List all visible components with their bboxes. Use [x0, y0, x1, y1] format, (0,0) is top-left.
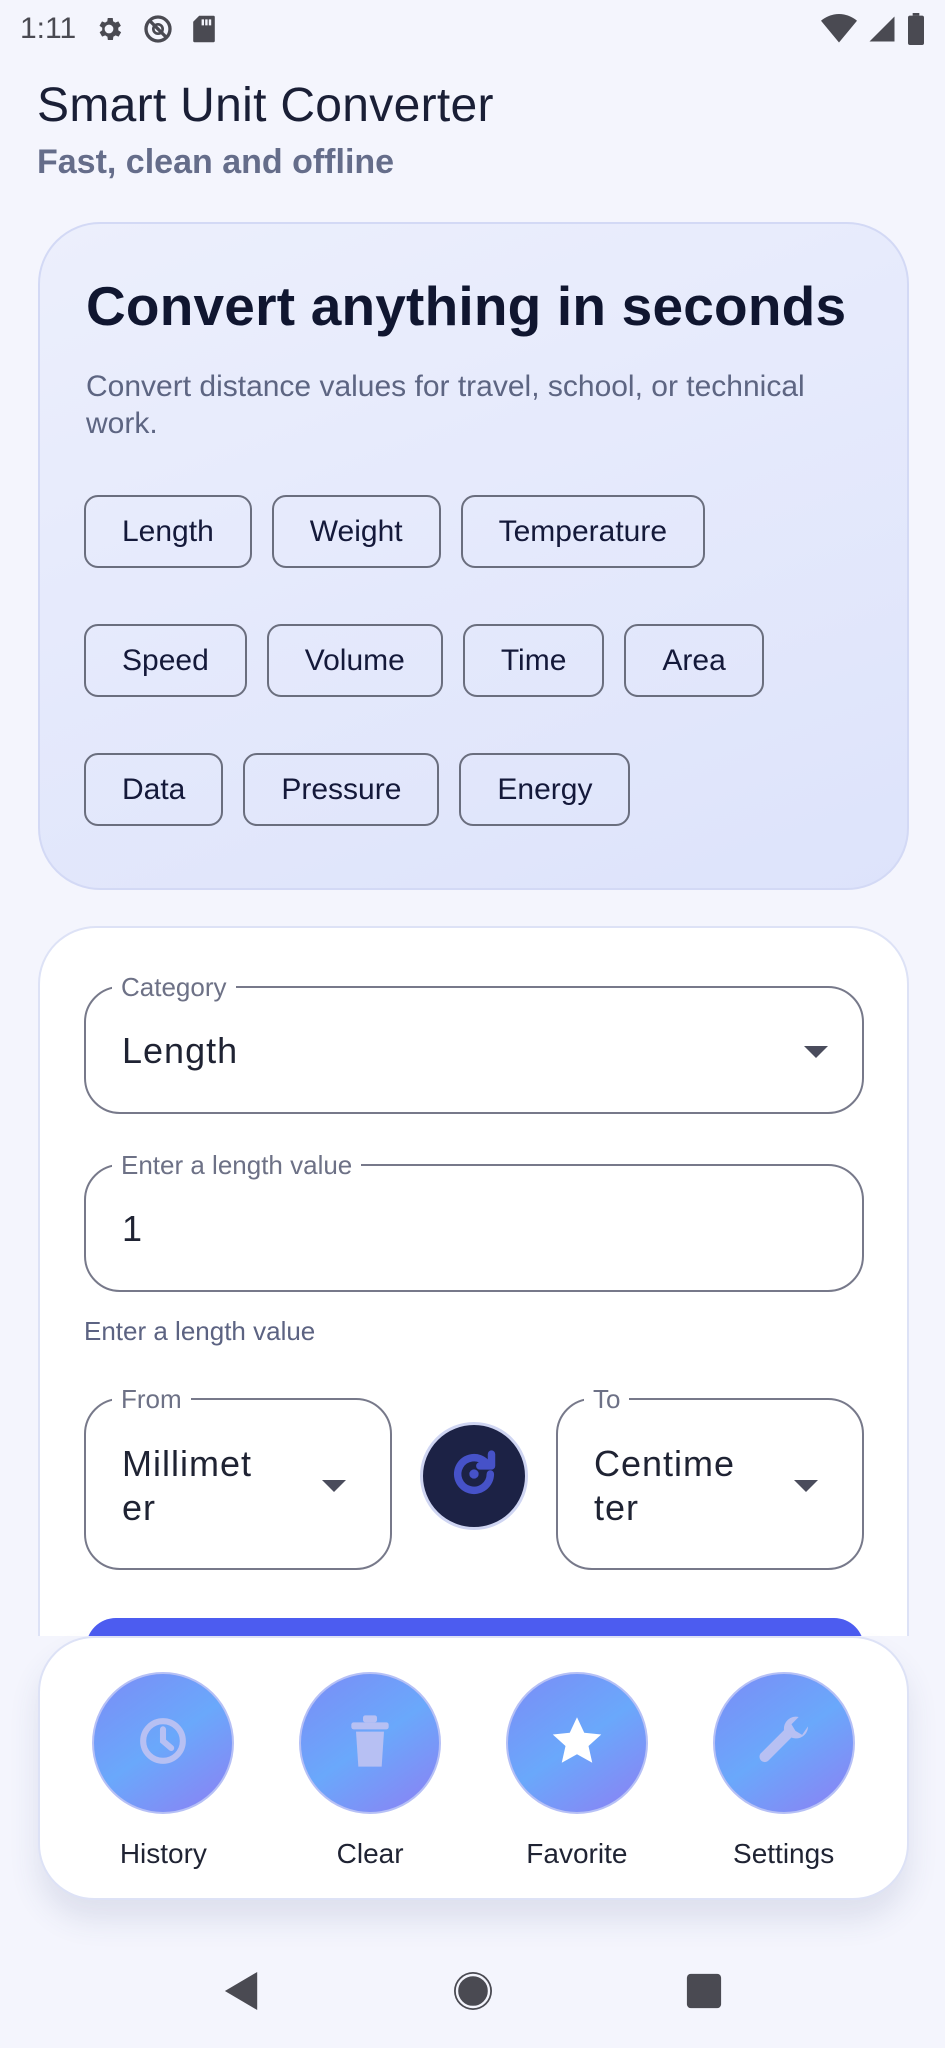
app-header: Smart Unit Converter Fast, clean and off… [37, 78, 494, 182]
clear-button-circle[interactable] [299, 1672, 442, 1814]
convert-button[interactable] [86, 1618, 864, 1636]
value-helper-text: Enter a length value [84, 1316, 316, 1346]
chevron-down-icon [804, 1046, 828, 1058]
back-icon[interactable] [223, 1970, 261, 2017]
status-bar: 1:11 [0, 0, 945, 58]
converter-form-card: Category Length Enter a length value 1 E… [38, 926, 909, 1636]
category-chips: Length Weight Temperature Speed Volume T… [84, 495, 874, 882]
app-title: Smart Unit Converter [37, 79, 494, 132]
star-icon [547, 1711, 607, 1776]
no-disturb-icon [142, 13, 174, 45]
trash-icon [346, 1713, 394, 1774]
to-unit-dropdown[interactable]: To Centime ter [556, 1384, 864, 1570]
hero-title: Convert anything in seconds [86, 275, 847, 337]
settings-button-circle[interactable] [712, 1672, 855, 1814]
chip-energy[interactable]: Energy [459, 753, 631, 826]
chip-data[interactable]: Data [84, 753, 224, 826]
chevron-down-icon [322, 1480, 346, 1492]
signal-icon [867, 14, 897, 44]
value-input[interactable]: Enter a length value 1 [84, 1150, 864, 1292]
chip-pressure[interactable]: Pressure [243, 753, 440, 826]
clear-button[interactable]: Clear [280, 1672, 460, 1898]
swap-units-button[interactable] [420, 1422, 528, 1530]
chip-weight[interactable]: Weight [271, 495, 441, 568]
hero-card: Convert anything in seconds Convert dist… [38, 222, 909, 890]
home-icon[interactable] [451, 1969, 495, 2018]
chip-row: Data Pressure Energy [84, 753, 874, 826]
chip-area[interactable]: Area [624, 624, 764, 697]
chip-row: Speed Volume Time Area [84, 624, 874, 697]
settings-label: Settings [733, 1838, 835, 1869]
favorite-button-circle[interactable] [505, 1672, 648, 1814]
to-unit-value: Centime ter [594, 1442, 735, 1530]
category-label: Category [112, 972, 236, 1002]
history-button-circle[interactable] [92, 1672, 235, 1814]
from-unit-dropdown[interactable]: From Millimet er [84, 1384, 392, 1570]
value-input-text: 1 [122, 1208, 144, 1249]
system-nav-bar [0, 1938, 945, 2048]
clear-label: Clear [336, 1838, 404, 1869]
status-time: 1:11 [20, 12, 77, 45]
chip-temperature[interactable]: Temperature [460, 495, 706, 568]
chip-speed[interactable]: Speed [84, 624, 247, 697]
to-unit-line1: Centime [594, 1443, 736, 1484]
from-unit-line2: er [122, 1487, 157, 1528]
bottom-action-bar: History Clear Favorite Settings [38, 1636, 909, 1900]
from-unit-line1: Millimet [122, 1443, 252, 1484]
battery-icon [907, 13, 925, 45]
swap-icon [446, 1446, 502, 1507]
to-label: To [584, 1384, 630, 1414]
wrench-icon [752, 1709, 816, 1778]
gear-icon [94, 14, 124, 44]
history-button[interactable]: History [73, 1672, 253, 1898]
value-input-label: Enter a length value [112, 1150, 362, 1180]
chip-time[interactable]: Time [462, 624, 605, 697]
clock-icon [135, 1713, 191, 1774]
chevron-down-icon [794, 1480, 818, 1492]
chip-length[interactable]: Length [84, 495, 252, 568]
app-subtitle: Fast, clean and offline [37, 143, 395, 181]
favorite-button[interactable]: Favorite [487, 1672, 667, 1898]
category-dropdown[interactable]: Category Length [84, 972, 864, 1114]
category-value: Length [122, 1030, 239, 1071]
to-unit-line2: ter [594, 1487, 640, 1528]
from-unit-value: Millimet er [122, 1442, 252, 1530]
from-label: From [112, 1384, 191, 1414]
chip-row: Length Weight Temperature [84, 495, 874, 568]
hero-description: Convert distance values for travel, scho… [86, 370, 805, 440]
settings-button[interactable]: Settings [694, 1672, 874, 1898]
history-label: History [119, 1838, 207, 1869]
favorite-label: Favorite [526, 1838, 628, 1869]
wifi-icon [821, 14, 857, 44]
recents-icon[interactable] [685, 1972, 723, 2015]
sd-card-icon [192, 14, 216, 44]
chip-volume[interactable]: Volume [266, 624, 443, 697]
